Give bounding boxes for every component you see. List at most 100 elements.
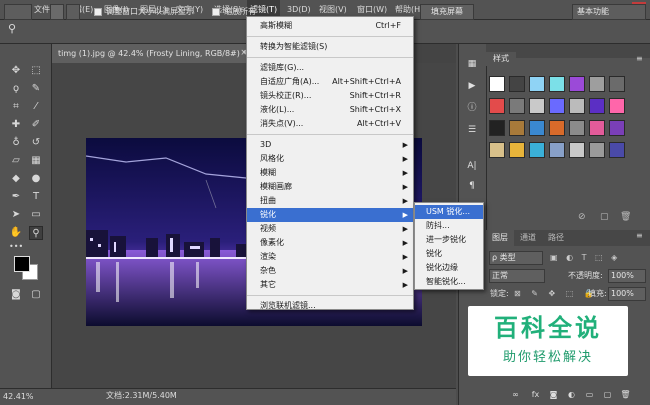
zoom-all-checkbox[interactable] — [212, 8, 220, 16]
layer-filter-kind[interactable]: ρ 类型 — [489, 251, 543, 265]
eyedropper-tool-icon[interactable]: ⁄ — [29, 100, 43, 114]
paragraph-icon[interactable]: ¶ — [463, 178, 481, 194]
style-swatch[interactable] — [509, 142, 525, 158]
style-swatch[interactable] — [589, 142, 605, 158]
brush-tool-icon[interactable]: ✐ — [29, 118, 43, 132]
foreground-color-swatch[interactable] — [14, 256, 30, 272]
filter-menu-item[interactable]: 视频 ▶ — [247, 222, 413, 236]
style-swatch[interactable] — [609, 76, 625, 92]
style-swatch[interactable] — [569, 76, 585, 92]
style-swatch[interactable] — [529, 120, 545, 136]
tab-styles[interactable]: 样式 — [486, 52, 516, 66]
style-swatch[interactable] — [489, 98, 505, 114]
style-swatch[interactable] — [529, 76, 545, 92]
opacity-field[interactable]: 100% — [608, 269, 646, 283]
blend-mode-select[interactable]: 正常 — [489, 269, 545, 283]
path-select-tool-icon[interactable]: ➤ — [9, 208, 23, 222]
type-tool-icon[interactable]: T — [29, 190, 43, 204]
gradient-tool-icon[interactable]: ▦ — [29, 154, 43, 168]
filter-menu-item[interactable]: 模糊画廊 ▶ — [247, 180, 413, 194]
adjustment-layer-icon[interactable]: ◐ — [566, 389, 577, 401]
move-tool-icon[interactable]: ✥ — [9, 64, 23, 78]
style-swatch[interactable] — [529, 98, 545, 114]
filter-menu-item[interactable]: 3D ▶ — [247, 138, 413, 152]
style-swatch[interactable] — [569, 98, 585, 114]
fill-field[interactable]: 100% — [608, 287, 646, 301]
filter-menu-item[interactable]: 消失点(V)... Alt+Ctrl+V — [247, 117, 413, 131]
document-info[interactable]: 文档:2.31M/5.40M — [106, 388, 216, 405]
eraser-tool-icon[interactable]: ▱ — [9, 154, 23, 168]
shape-tool-icon[interactable]: ▭ — [29, 208, 43, 222]
resize-window-checkbox[interactable] — [94, 8, 102, 16]
tab-layers[interactable]: 图层 — [486, 230, 514, 246]
style-swatch[interactable] — [549, 142, 565, 158]
zoom-tool-preset[interactable] — [4, 4, 32, 20]
sharpen-submenu-item[interactable]: 防抖... — [415, 219, 483, 233]
new-group-icon[interactable]: ▭ — [584, 389, 595, 401]
filter-menu-item[interactable]: 液化(L)... Shift+Ctrl+X — [247, 103, 413, 117]
filter-menu-item[interactable]: 锐化 ▶ — [247, 208, 413, 222]
filter-menu-item[interactable]: 其它 ▶ — [247, 278, 413, 292]
filter-menu-item[interactable]: 高斯模糊 Ctrl+F — [247, 19, 413, 33]
lasso-tool-icon[interactable]: ϙ — [9, 82, 23, 96]
properties-icon[interactable]: ☰ — [463, 122, 481, 138]
filter-menu-item[interactable]: 镜头校正(R)... Shift+Ctrl+R — [247, 89, 413, 103]
filter-menu-item[interactable]: 渲染 ▶ — [247, 250, 413, 264]
styles-menu-icon[interactable]: ≡ — [636, 54, 643, 63]
style-swatch[interactable] — [609, 120, 625, 136]
delete-style-icon[interactable]: 🗑 — [620, 212, 631, 222]
blur-tool-icon[interactable]: ◆ — [9, 172, 23, 186]
tab-paths[interactable]: 路径 — [542, 230, 570, 246]
zoom-out-button[interactable] — [66, 4, 80, 20]
pen-tool-icon[interactable]: ✒ — [9, 190, 23, 204]
actions-icon[interactable]: ▶ — [463, 78, 481, 94]
filter-menu-item[interactable]: 转换为智能滤镜(S) — [247, 40, 413, 54]
sharpen-submenu-item[interactable]: 智能锐化... — [415, 275, 483, 289]
history-brush-tool-icon[interactable]: ↺ — [29, 136, 43, 150]
info-icon[interactable]: ⓘ — [463, 100, 481, 116]
new-style-icon[interactable]: ▢ — [600, 212, 609, 222]
style-swatch[interactable] — [589, 76, 605, 92]
layer-filter-icons[interactable]: ▣ ◐ T ⬚ ◈ — [550, 251, 640, 265]
dodge-tool-icon[interactable]: ● — [29, 172, 43, 186]
style-swatch[interactable] — [549, 98, 565, 114]
filter-menu-item[interactable]: 模糊 ▶ — [247, 166, 413, 180]
filter-menu-item[interactable]: 浏览联机滤镜... — [247, 299, 413, 313]
quick-select-tool-icon[interactable]: ✎ — [29, 82, 43, 96]
style-swatch[interactable] — [569, 142, 585, 158]
tab-channels[interactable]: 通道 — [514, 230, 542, 246]
sharpen-submenu-item[interactable]: 锐化边缘 — [415, 261, 483, 275]
hand-tool-icon[interactable]: ✋ — [9, 226, 23, 240]
new-layer-icon[interactable]: ▢ — [602, 389, 613, 401]
style-swatch[interactable] — [609, 142, 625, 158]
healing-tool-icon[interactable]: ✚ — [9, 118, 23, 132]
fill-screen-button[interactable]: 填充屏幕 — [420, 4, 474, 20]
zoom-level[interactable]: 42.41% — [0, 388, 52, 405]
history-icon[interactable]: ▦ — [463, 56, 481, 72]
sharpen-submenu-item[interactable]: USM 锐化... — [415, 205, 483, 219]
style-swatch[interactable] — [489, 76, 505, 92]
filter-menu-item[interactable]: 风格化 ▶ — [247, 152, 413, 166]
filter-menu-item[interactable]: 像素化 ▶ — [247, 236, 413, 250]
style-swatch[interactable] — [569, 120, 585, 136]
filter-menu-item[interactable]: 滤镜库(G)... — [247, 61, 413, 75]
filter-menu-item[interactable]: 扭曲 ▶ — [247, 194, 413, 208]
style-swatch[interactable] — [609, 98, 625, 114]
style-swatch[interactable] — [489, 142, 505, 158]
style-swatch[interactable] — [529, 142, 545, 158]
zoom-tool-icon[interactable]: ⚲ — [29, 226, 43, 240]
style-swatch[interactable] — [549, 76, 565, 92]
crop-tool-icon[interactable]: ⌗ — [9, 100, 23, 114]
style-swatch[interactable] — [509, 120, 525, 136]
zoom-in-button[interactable] — [50, 4, 64, 20]
delete-layer-icon[interactable]: 🗑 — [620, 389, 631, 401]
document-tab[interactable]: timg (1).jpg @ 42.4% (Frosty Lining, RGB… — [52, 44, 252, 63]
style-swatch[interactable] — [589, 120, 605, 136]
style-swatch[interactable] — [589, 98, 605, 114]
layers-menu-icon[interactable]: ≡ — [636, 231, 643, 240]
workspace-select[interactable]: 基本功能 — [572, 4, 646, 20]
clone-stamp-tool-icon[interactable]: ♁ — [9, 136, 23, 150]
filter-menu-item[interactable]: 杂色 ▶ — [247, 264, 413, 278]
filter-menu-item[interactable]: 自适应广角(A)... Alt+Shift+Ctrl+A — [247, 75, 413, 89]
character-icon[interactable]: A| — [463, 158, 481, 174]
